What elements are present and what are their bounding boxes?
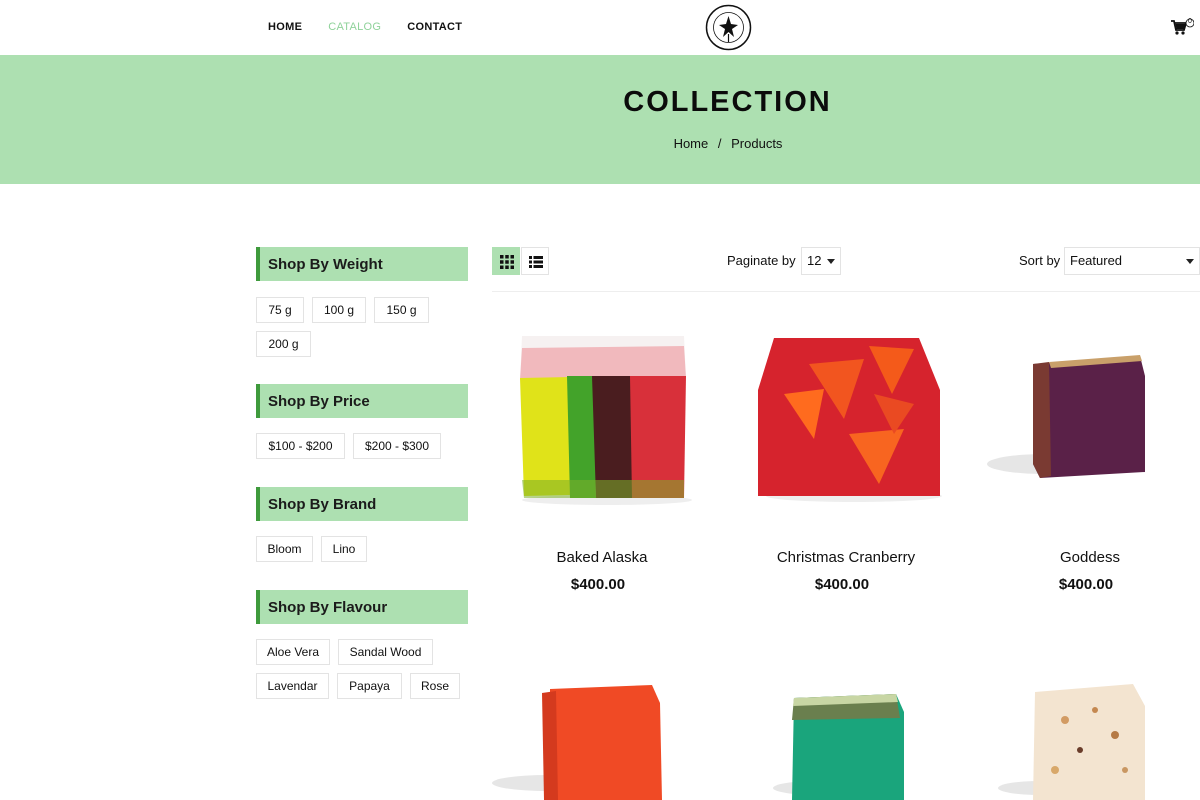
logo[interactable] [705,4,752,51]
filter-flavour-sandal-wood[interactable]: Sandal Wood [338,639,433,665]
product-image-aloe-soap[interactable] [768,688,948,800]
nav-contact[interactable]: CONTACT [407,21,462,33]
breadcrumb-home[interactable]: Home [674,136,709,151]
sort-label: Sort by [1019,253,1061,268]
paginate-select[interactable]: 12 [801,247,841,275]
breadcrumb-separator: / [717,136,722,151]
soap-bar-image [520,336,692,505]
soap-bar-image [773,694,904,800]
soap-bar-image [987,355,1145,478]
product-image-christmas-cranberry[interactable] [754,334,944,507]
product-price: $400.00 [570,576,626,593]
filter-brand-lino[interactable]: Lino [321,536,367,562]
main-nav: HOME CATALOG CONTACT [268,21,462,33]
product-image-almond-soap[interactable] [995,680,1175,800]
cart-count: 0 [1188,18,1192,25]
product-name[interactable]: Baked Alaska [492,549,712,566]
product-image-papaya-soap[interactable] [492,683,672,800]
filter-flavour-rose[interactable]: Rose [410,673,460,699]
soap-bar-image [758,338,942,502]
product-price: $400.00 [1058,576,1114,593]
filter-heading-flavour: Shop By Flavour [256,590,468,624]
filter-weight-150g[interactable]: 150 g [374,297,429,323]
toolbar-divider [492,291,1200,292]
breadcrumb-products: Products [731,136,783,151]
filter-price-100-200[interactable]: $100 - $200 [256,433,345,459]
soap-bar-image [492,685,662,800]
filter-price-200-300[interactable]: $200 - $300 [353,433,441,459]
filter-heading-brand: Shop By Brand [256,487,468,521]
list-view-icon [529,256,543,268]
grid-view-icon [500,255,514,269]
filter-weight-100g[interactable]: 100 g [312,297,366,323]
logo-emblem-icon [705,4,752,51]
nav-home[interactable]: HOME [268,21,302,33]
product-image-baked-alaska[interactable] [512,330,692,510]
filter-heading-weight: Shop By Weight [256,247,468,281]
filter-flavour-lavendar[interactable]: Lavendar [256,673,329,699]
product-price: $400.00 [814,576,870,593]
filter-weight-75g[interactable]: 75 g [256,297,304,323]
product-name[interactable]: Goddess [980,549,1200,566]
filter-brand-bloom[interactable]: Bloom [256,536,313,562]
filter-flavour-papaya[interactable]: Papaya [337,673,402,699]
nav-catalog[interactable]: CATALOG [328,21,381,33]
filter-heading-price: Shop By Price [256,384,468,418]
filter-weight-200g[interactable]: 200 g [256,331,311,357]
collection-banner: COLLECTION Home / Products [0,55,1200,184]
list-view-button[interactable] [521,247,549,275]
product-image-goddess[interactable] [985,352,1185,487]
soap-bar-image [998,684,1145,800]
sort-select[interactable]: Featured [1064,247,1200,275]
sort-value: Featured [1070,253,1123,268]
grid-view-button[interactable] [492,247,520,275]
paginate-label: Paginate by [727,253,796,268]
chevron-down-icon [827,259,835,264]
breadcrumb: Home / Products [600,136,856,151]
filter-flavour-aloe-vera[interactable]: Aloe Vera [256,639,330,665]
page-title: COLLECTION [623,86,832,118]
product-name[interactable]: Christmas Cranberry [736,549,956,566]
paginate-value: 12 [807,253,822,268]
site-header: HOME CATALOG CONTACT 0 [0,0,1200,55]
chevron-down-icon [1186,259,1194,264]
cart-button[interactable]: 0 [1170,18,1195,38]
